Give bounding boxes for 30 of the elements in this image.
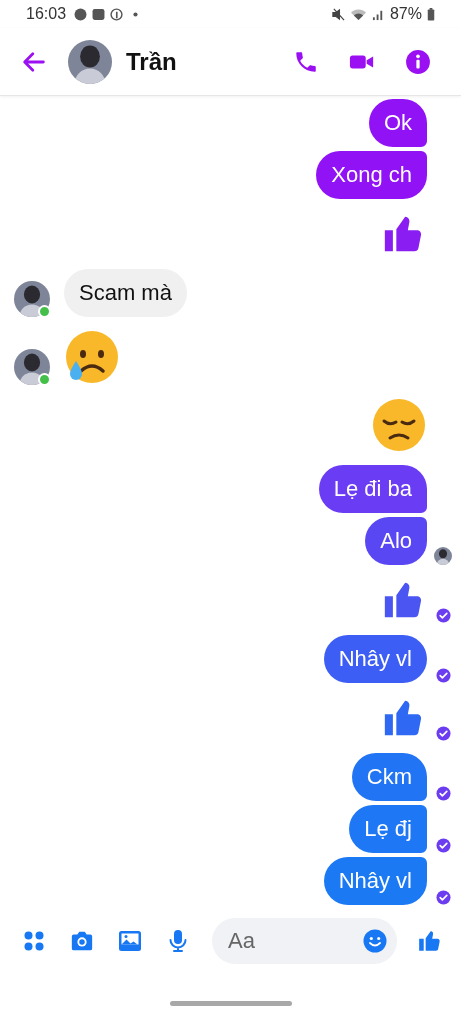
avatar[interactable] (68, 39, 112, 84)
message-input[interactable]: Aa (212, 918, 397, 964)
message-bubble: Alo (365, 517, 427, 565)
avatar[interactable] (14, 349, 50, 385)
avatar[interactable] (14, 281, 50, 317)
home-handle[interactable] (169, 1000, 292, 1006)
crying-face-icon (64, 329, 120, 385)
battery-icon (427, 7, 435, 21)
sad-face-icon (371, 397, 427, 453)
thumbs-up-icon[interactable] (417, 928, 443, 954)
message-bubble: Nhây vl (323, 857, 427, 905)
battery-percent: 87% (389, 5, 422, 23)
message-bubble: Lẹ đi ba (318, 465, 427, 513)
info-icon[interactable] (405, 48, 431, 75)
message-bubble: Ok (368, 99, 427, 147)
camera-icon[interactable] (70, 929, 94, 953)
mute-icon (331, 7, 345, 21)
message-bubble: Scam mà (64, 269, 187, 317)
message-bubble: Ckm (351, 753, 427, 801)
circle-icon (110, 7, 124, 21)
wifi-icon (349, 7, 367, 21)
status-time: 16:03 (26, 5, 67, 23)
contact-name: Trần (126, 47, 177, 76)
apps-icon[interactable] (22, 929, 46, 953)
message-bubble: Xong ch (316, 151, 427, 199)
image-icon[interactable] (118, 929, 142, 953)
message-bubble: Lẹ đj (349, 805, 427, 853)
dot-icon (133, 11, 139, 17)
message-bubble: Nhây vl (323, 635, 427, 683)
smiley-icon[interactable] (363, 929, 387, 953)
